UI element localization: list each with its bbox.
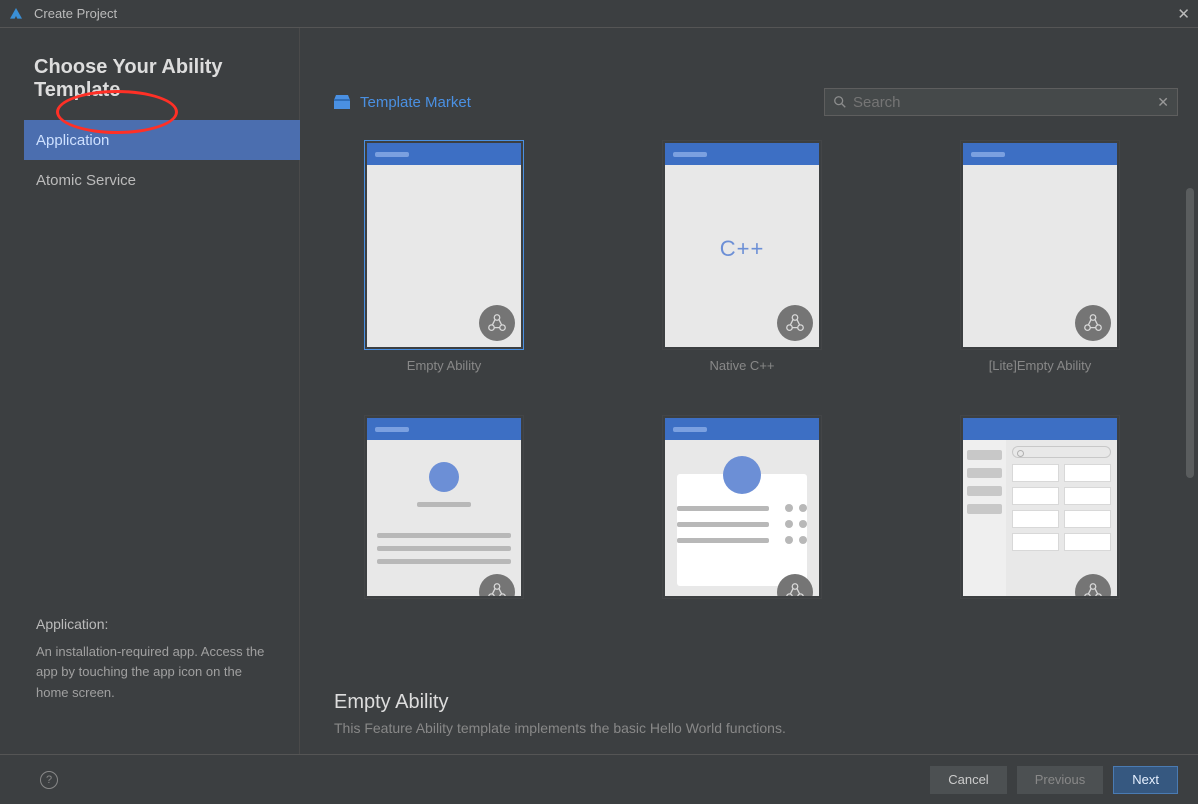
main-panel: Template Market ✕ Empty Ability C++ Native… — [300, 28, 1198, 754]
market-icon — [334, 95, 350, 109]
window-title: Create Project — [34, 6, 117, 21]
template-label: Native C++ — [709, 358, 774, 373]
template-card[interactable]: ››› — [364, 415, 524, 599]
template-card[interactable] — [960, 415, 1120, 599]
scrollbar[interactable] — [1186, 188, 1194, 592]
selected-template-title: Empty Ability — [334, 691, 786, 714]
search-box[interactable]: ✕ — [824, 88, 1178, 116]
sidebar-tab-atomic-service[interactable]: Atomic Service — [24, 160, 300, 200]
sidebar-info-desc: An installation-required app. Access the… — [36, 642, 269, 704]
template-card[interactable]: C++ — [662, 140, 822, 350]
ability-icon — [1075, 305, 1111, 341]
cancel-button[interactable]: Cancel — [930, 766, 1006, 794]
sidebar-tab-label: Atomic Service — [36, 172, 136, 189]
template-label: Empty Ability — [407, 358, 481, 373]
selected-template-desc: This Feature Ability template implements… — [334, 720, 786, 736]
search-icon — [833, 95, 847, 109]
ability-icon — [479, 305, 515, 341]
clear-search-icon[interactable]: ✕ — [1157, 94, 1169, 111]
ability-icon — [777, 305, 813, 341]
footer: ? Cancel Previous Next — [0, 754, 1198, 804]
previous-button[interactable]: Previous — [1017, 766, 1104, 794]
ability-icon — [777, 574, 813, 596]
sidebar-info-title: Application: — [36, 616, 269, 632]
sidebar: Choose Your Ability Template Application… — [0, 28, 300, 754]
app-logo-icon — [8, 6, 24, 22]
page-heading: Choose Your Ability Template — [34, 56, 299, 102]
template-card[interactable] — [364, 140, 524, 350]
template-label: [Lite]Empty Ability — [989, 358, 1092, 373]
scrollbar-thumb[interactable] — [1186, 188, 1194, 478]
sidebar-tab-application[interactable]: Application — [24, 120, 300, 160]
next-button[interactable]: Next — [1113, 766, 1178, 794]
search-input[interactable] — [853, 94, 1157, 111]
help-icon[interactable]: ? — [40, 771, 58, 789]
template-market-link[interactable]: Template Market — [360, 94, 471, 111]
template-card[interactable] — [960, 140, 1120, 350]
template-card[interactable] — [662, 415, 822, 599]
close-icon[interactable]: ✕ — [1177, 5, 1190, 23]
sidebar-tab-label: Application — [36, 132, 109, 149]
titlebar: Create Project ✕ — [0, 0, 1198, 28]
